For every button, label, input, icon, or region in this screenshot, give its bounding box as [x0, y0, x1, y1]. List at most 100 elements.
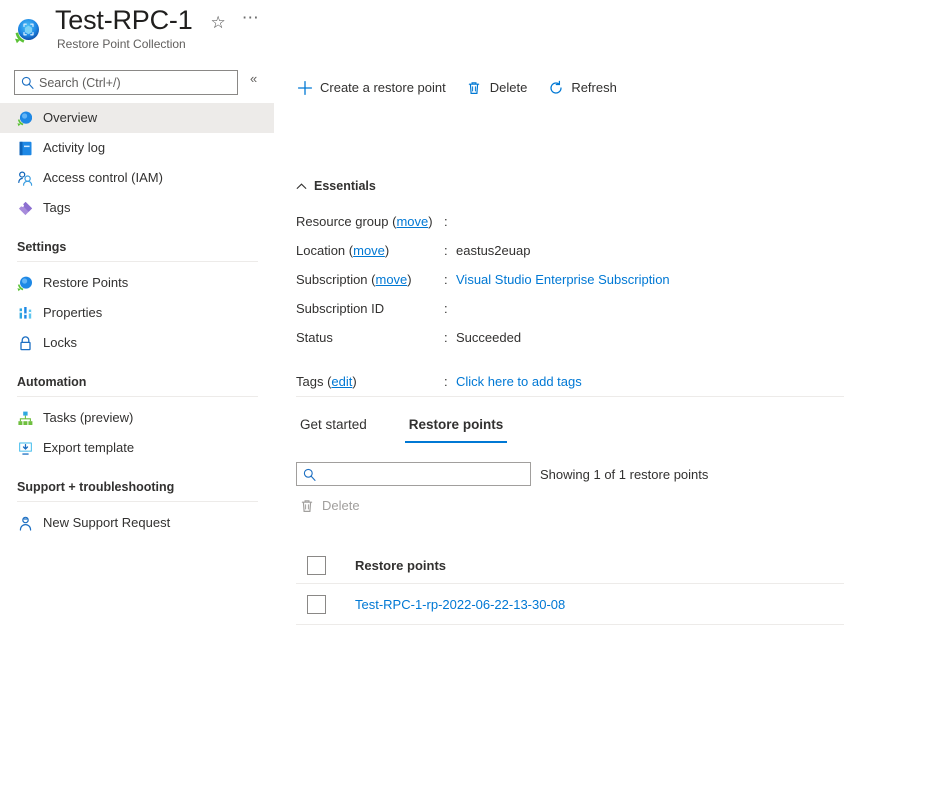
sidebar-item-label: Access control (IAM): [43, 170, 163, 185]
sidebar-item-label: Properties: [43, 305, 103, 320]
essentials-table: Resource group (move) : Location (move) …: [296, 214, 844, 359]
export-template-icon: [17, 440, 34, 457]
command-label: Create a restore point: [320, 80, 446, 95]
move-link[interactable]: move: [376, 272, 408, 287]
essentials-label-text: Location: [296, 243, 346, 258]
create-restore-point-button[interactable]: Create a restore point: [296, 79, 446, 96]
search-icon: [21, 76, 34, 89]
filter-row: Showing 1 of 1 restore points: [296, 462, 708, 486]
essentials-separator: :: [444, 272, 448, 287]
table-row: Test-RPC-1-rp-2022-06-22-13-30-08: [296, 584, 844, 625]
trash-icon: [298, 497, 315, 514]
star-icon[interactable]: ☆: [211, 14, 226, 31]
sidebar-item-tags[interactable]: Tags: [0, 193, 274, 223]
sidebar-item-properties[interactable]: Properties: [0, 298, 274, 328]
refresh-icon: [547, 79, 564, 96]
sidebar-item-new-support-request[interactable]: New Support Request: [0, 508, 274, 538]
subscription-link[interactable]: Visual Studio Enterprise Subscription: [456, 272, 670, 287]
command-bar: Create a restore point Delete Refresh: [296, 79, 637, 96]
restore-points-filter[interactable]: [296, 462, 531, 486]
search-box[interactable]: [14, 70, 238, 95]
select-all-checkbox[interactable]: [307, 555, 326, 575]
command-label: Delete: [489, 80, 528, 95]
divider: [17, 501, 258, 502]
sidebar-item-access-control[interactable]: Access control (IAM): [0, 163, 274, 193]
essentials-label: Location (move): [296, 243, 390, 258]
essentials-label-text: Subscription ID: [296, 301, 385, 316]
row-checkbox[interactable]: [307, 594, 326, 614]
refresh-button[interactable]: Refresh: [547, 79, 617, 96]
add-tags-link[interactable]: Click here to add tags: [456, 374, 582, 389]
showing-count-text: Showing 1 of 1 restore points: [540, 466, 709, 482]
edit-link[interactable]: edit: [331, 374, 352, 389]
delete-restore-point-button[interactable]: Delete: [298, 497, 360, 514]
move-link[interactable]: move: [353, 243, 385, 258]
essentials-separator: :: [444, 374, 448, 389]
essentials-toggle[interactable]: Essentials: [296, 179, 376, 193]
properties-icon: [17, 305, 34, 322]
ellipsis-icon[interactable]: ⋯: [242, 9, 260, 26]
essentials-label: Subscription (move): [296, 272, 412, 287]
plus-icon: [296, 79, 313, 96]
sidebar: « Overview Acti: [0, 62, 290, 804]
essentials-separator: :: [444, 214, 448, 229]
command-label: Delete: [322, 498, 360, 513]
essentials-row-location: Location (move) : eastus2euap: [296, 243, 844, 272]
page-header: Test-RPC-1 ☆ ⋯ Restore Point Collection: [0, 0, 935, 62]
sidebar-item-label: Restore Points: [43, 275, 129, 290]
sidebar-item-tasks[interactable]: Tasks (preview): [0, 403, 274, 433]
tags-icon: [17, 200, 34, 217]
divider: [296, 396, 844, 397]
essentials-label-text: Subscription: [296, 272, 368, 287]
sidebar-item-label: Tags: [43, 200, 71, 215]
essentials-label-text: Status: [296, 330, 333, 345]
sidebar-group-settings: Settings: [0, 223, 274, 262]
sidebar-item-activity-log[interactable]: Activity log: [0, 133, 274, 163]
tab-restore-points[interactable]: Restore points: [404, 417, 508, 443]
tab-command-bar: Delete: [298, 497, 380, 514]
search-input[interactable]: [39, 75, 225, 90]
title-row: Test-RPC-1 ☆ ⋯: [55, 4, 260, 36]
divider: [17, 396, 258, 397]
essentials-value: eastus2euap: [456, 243, 531, 258]
sidebar-item-label: Activity log: [43, 140, 106, 155]
sidebar-item-label: Locks: [43, 335, 77, 350]
select-all-cell: [296, 555, 355, 575]
chevron-double-left-icon[interactable]: «: [250, 71, 257, 86]
chevron-up-icon: [296, 181, 307, 192]
page-title: Test-RPC-1: [55, 5, 193, 35]
sidebar-item-export-template[interactable]: Export template: [0, 433, 274, 463]
sidebar-item-locks[interactable]: Locks: [0, 328, 274, 358]
sidebar-group-automation: Automation: [0, 358, 274, 397]
tasks-icon: [17, 410, 34, 427]
sidebar-item-restore-points[interactable]: Restore Points: [0, 268, 274, 298]
essentials-separator: :: [444, 301, 448, 316]
tab-bar: Get started Restore points: [296, 417, 541, 443]
sidebar-item-label: Export template: [43, 440, 135, 455]
essentials-row-subscription: Subscription (move) : Visual Studio Ente…: [296, 272, 844, 301]
sidebar-nav: Overview Activity log Access control (IA…: [0, 103, 274, 538]
sidebar-group-support: Support + troubleshooting: [0, 463, 274, 502]
essentials-row-subscription-id: Subscription ID :: [296, 301, 844, 330]
sidebar-item-label: New Support Request: [43, 515, 171, 530]
command-label: Refresh: [571, 80, 617, 95]
restore-point-collection-icon: [17, 110, 34, 127]
row-select-cell: [296, 594, 355, 614]
tab-get-started[interactable]: Get started: [296, 417, 371, 443]
essentials-label-text: Resource group: [296, 214, 389, 229]
access-control-icon: [17, 170, 34, 187]
sidebar-item-label: Overview: [43, 110, 98, 125]
lock-icon: [17, 335, 34, 352]
essentials-separator: :: [444, 243, 448, 258]
support-request-icon: [17, 515, 34, 532]
move-link[interactable]: move: [396, 214, 428, 229]
sidebar-group-title: Support + troubleshooting: [17, 480, 175, 494]
restore-points-table: Restore points Test-RPC-1-rp-2022-06-22-…: [296, 547, 844, 625]
filter-input[interactable]: [321, 467, 521, 481]
activity-log-icon: [17, 140, 34, 157]
tags-label: Tags (edit): [296, 374, 357, 389]
sidebar-item-overview[interactable]: Overview: [0, 103, 274, 133]
status-value: Succeeded: [456, 330, 522, 345]
delete-button[interactable]: Delete: [466, 79, 528, 96]
restore-point-link[interactable]: Test-RPC-1-rp-2022-06-22-13-30-08: [355, 597, 565, 612]
